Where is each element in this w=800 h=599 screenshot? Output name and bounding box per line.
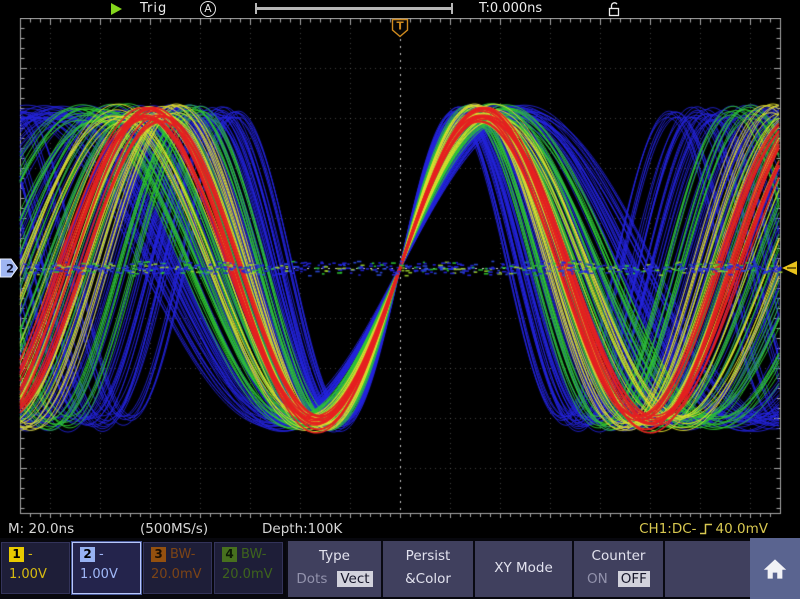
channel-4-button[interactable]: 4 BW- 20.0mV bbox=[214, 542, 283, 594]
type-option-vect[interactable]: Vect bbox=[337, 571, 372, 587]
channel-1-scale: 1.00V bbox=[9, 567, 69, 582]
run-play-icon bbox=[111, 3, 122, 15]
home-icon bbox=[762, 557, 788, 581]
timebase-readout: M: 20.0ns bbox=[8, 521, 74, 537]
type-option-dots[interactable]: Dots bbox=[296, 571, 327, 587]
trigger-level-readout: 40.0mV bbox=[716, 521, 768, 537]
menu-counter-title: Counter bbox=[574, 548, 663, 564]
bottom-status-bar: M: 20.0ns (500MS/s) Depth:100K CH1:DC- 4… bbox=[0, 519, 800, 538]
channel-2-button[interactable]: 2- 1.00V bbox=[72, 542, 141, 594]
channel-1-badge: 1 bbox=[9, 547, 24, 562]
home-button[interactable] bbox=[750, 538, 800, 599]
trigger-source-coupling: CH1:DC- bbox=[639, 521, 696, 537]
menu-type-button[interactable]: Type Dots Vect bbox=[286, 541, 381, 597]
waveform-display bbox=[0, 18, 800, 519]
channel-1-indicator: - bbox=[28, 547, 33, 562]
svg-text:2: 2 bbox=[6, 262, 14, 276]
channel-1-button[interactable]: 1- 1.00V bbox=[1, 542, 70, 594]
soft-menu-bar: 1- 1.00V 2- 1.00V 3BW- 20.0mV 4BW- 20.0m… bbox=[0, 538, 800, 599]
menu-empty-cell bbox=[663, 541, 750, 597]
channel-4-badge: 4 bbox=[222, 547, 237, 562]
trigger-readout: CH1:DC- 40.0mV bbox=[639, 521, 768, 537]
memory-depth-readout: Depth:100K bbox=[262, 521, 342, 537]
menu-counter-button[interactable]: Counter ON OFF bbox=[572, 541, 663, 597]
counter-option-off[interactable]: OFF bbox=[618, 571, 650, 587]
channel-3-scale: 20.0mV bbox=[151, 567, 211, 582]
channel-4-scale: 20.0mV bbox=[222, 567, 282, 582]
memory-position-indicator[interactable] bbox=[255, 3, 453, 14]
menu-xy-mode-title: XY Mode bbox=[475, 560, 572, 576]
menu-persist-button[interactable]: Persist &Color bbox=[381, 541, 473, 597]
graticule-area: 2 T bbox=[0, 18, 800, 519]
oscilloscope-screen: Trig A T:0.000ns 2 T M: 20.0ns (500MS/s bbox=[0, 0, 800, 599]
channel-2-badge: 2 bbox=[80, 547, 95, 562]
channel-2-indicator: - bbox=[99, 547, 104, 562]
menu-xy-mode-button[interactable]: XY Mode bbox=[473, 541, 572, 597]
trigger-offset-readout: T:0.000ns bbox=[479, 1, 542, 16]
ch2-position-marker[interactable]: 2 bbox=[0, 258, 19, 278]
menu-persist-title: Persist bbox=[383, 548, 473, 564]
auto-trigger-icon: A bbox=[200, 1, 216, 17]
menu-persist-subtitle: &Color bbox=[383, 571, 473, 587]
channel-2-scale: 1.00V bbox=[80, 567, 140, 582]
trig-label: Trig bbox=[140, 1, 167, 16]
top-status-bar: Trig A T:0.000ns bbox=[0, 0, 800, 18]
trigger-position-marker[interactable]: T bbox=[391, 18, 409, 38]
counter-option-on[interactable]: ON bbox=[587, 571, 608, 587]
trigger-level-marker[interactable] bbox=[781, 260, 798, 276]
channel-3-badge: 3 bbox=[151, 547, 166, 562]
svg-text:T: T bbox=[397, 21, 405, 33]
menu-type-title: Type bbox=[288, 548, 381, 564]
channel-3-button[interactable]: 3 BW- 20.0mV bbox=[143, 542, 212, 594]
rising-edge-icon bbox=[699, 522, 714, 536]
channel-3-indicator: BW- bbox=[170, 547, 195, 562]
channel-4-indicator: BW- bbox=[241, 547, 266, 562]
sample-rate-readout: (500MS/s) bbox=[140, 521, 208, 537]
